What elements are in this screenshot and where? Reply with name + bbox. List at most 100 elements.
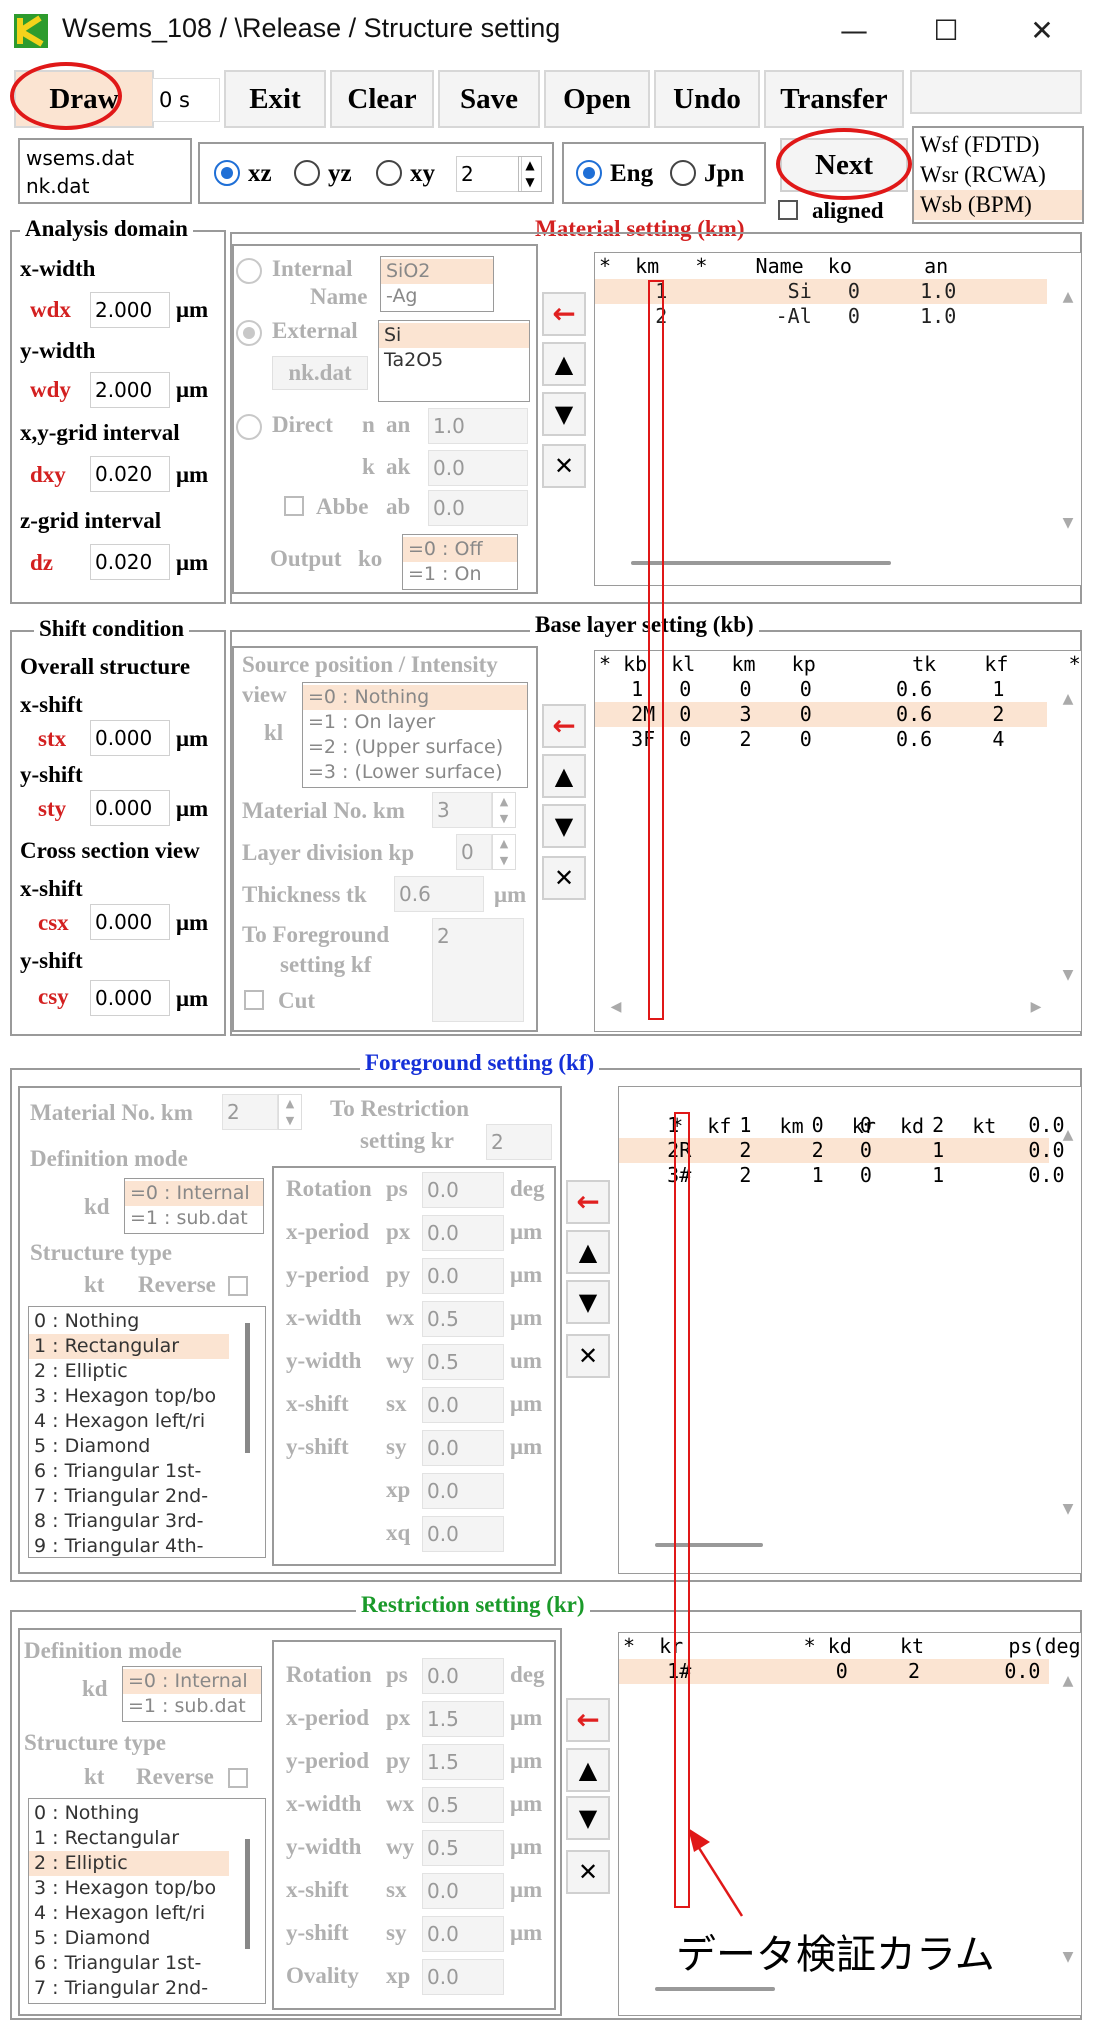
blank-button[interactable] xyxy=(910,70,1082,114)
kf-list[interactable]: 2 xyxy=(432,918,524,1022)
radio-direct[interactable] xyxy=(236,414,262,440)
kp-input[interactable]: 0 xyxy=(456,834,492,870)
scroll-up-icon[interactable]: ▲ xyxy=(1057,691,1079,707)
minimize-icon[interactable]: — xyxy=(824,8,884,54)
list-item[interactable]: =1 : On xyxy=(403,562,517,587)
transfer-button[interactable]: Transfer xyxy=(764,70,904,128)
horizontal-scrollbar[interactable] xyxy=(631,561,891,565)
kr-param-input[interactable]: 0.0 xyxy=(422,1916,504,1952)
kr-param-input[interactable]: 0.0 xyxy=(422,1658,504,1694)
fg-param-input[interactable]: 0.0 xyxy=(422,1473,504,1509)
solver-list[interactable]: Wsf (FDTD) Wsr (RCWA) Wsb (BPM) xyxy=(912,126,1084,224)
horizontal-scrollbar[interactable] xyxy=(655,1987,775,1991)
clear-button[interactable]: Clear xyxy=(330,70,434,128)
exit-button[interactable]: Exit xyxy=(224,70,326,128)
move-up-icon[interactable]: ▲ xyxy=(542,754,586,798)
list-item[interactable]: =0 : Internal xyxy=(125,1181,263,1206)
fg-reverse-checkbox[interactable] xyxy=(228,1276,248,1296)
kr-param-input[interactable]: 0.5 xyxy=(422,1787,504,1823)
fg-param-input[interactable]: 0.0 xyxy=(422,1516,504,1552)
fg-param-input[interactable]: 0.5 xyxy=(422,1344,504,1380)
scroll-up-icon[interactable]: ▲ xyxy=(1057,1127,1079,1143)
material-grid[interactable]: * km * Name ko an 1 Si 0 1.0 2 -Al 0 1.0… xyxy=(594,252,1082,586)
radio-jpn[interactable] xyxy=(670,160,696,186)
list-item[interactable]: 1 : Rectangular xyxy=(29,1334,229,1359)
list-item[interactable]: 7 : Triangular 2nd- xyxy=(29,1484,265,1509)
fg-param-input[interactable]: 0.0 xyxy=(422,1172,504,1208)
csy-input[interactable]: 0.000 xyxy=(90,980,170,1016)
list-item[interactable]: =1 : sub.dat xyxy=(123,1694,261,1719)
move-up-icon[interactable]: ▲ xyxy=(542,342,586,386)
base-km-input[interactable]: 3 xyxy=(432,792,492,828)
list-item[interactable]: 4 : Hexagon left/ri xyxy=(29,1409,265,1434)
delete-icon[interactable]: ✕ xyxy=(566,1850,610,1894)
fg-kr-input[interactable]: 2 xyxy=(486,1124,552,1160)
ab-input[interactable]: 0.0 xyxy=(428,490,528,526)
move-down-icon[interactable]: ▼ xyxy=(566,1796,610,1840)
radio-external[interactable] xyxy=(236,320,262,346)
list-item[interactable]: 0 : Nothing xyxy=(29,1309,265,1334)
external-material-list[interactable]: Si Ta2O5 xyxy=(378,320,530,402)
kl-list[interactable]: =0 : Nothing =1 : On layer =2 : (Upper s… xyxy=(302,682,528,788)
save-button[interactable]: Save xyxy=(438,70,540,128)
insert-arrow-icon[interactable]: ← xyxy=(542,704,586,748)
close-icon[interactable]: ✕ xyxy=(1012,8,1072,54)
insert-arrow-icon[interactable]: ← xyxy=(566,1698,610,1742)
list-item[interactable]: 1 : Rectangular xyxy=(29,1826,265,1851)
kr-param-input[interactable]: 0.5 xyxy=(422,1830,504,1866)
move-up-icon[interactable]: ▲ xyxy=(566,1230,610,1274)
move-down-icon[interactable]: ▼ xyxy=(566,1280,610,1324)
kr-param-input[interactable]: 0.0 xyxy=(422,1873,504,1909)
kr-param-input[interactable]: 1.5 xyxy=(422,1744,504,1780)
open-button[interactable]: Open xyxy=(544,70,650,128)
list-item[interactable]: 6 : Triangular 1st- xyxy=(29,1459,265,1484)
dz-input[interactable]: 0.020 xyxy=(90,544,170,580)
scroll-down-icon[interactable]: ▼ xyxy=(1057,1949,1079,1965)
kr-param-input[interactable]: 1.5 xyxy=(422,1701,504,1737)
list-item[interactable]: Si xyxy=(379,323,529,348)
scroll-left-icon[interactable]: ◀ xyxy=(605,999,627,1015)
fg-param-input[interactable]: 0.0 xyxy=(422,1430,504,1466)
xy-spinner[interactable]: ▲ ▼ xyxy=(518,156,542,192)
move-down-icon[interactable]: ▼ xyxy=(542,804,586,848)
list-item[interactable]: 8 : Triangular 3rd- xyxy=(29,1509,265,1534)
wdx-input[interactable]: 2.000 xyxy=(90,292,170,328)
list-item[interactable]: Ta2O5 xyxy=(379,348,529,373)
list-item[interactable]: -Ag xyxy=(381,284,493,309)
insert-arrow-icon[interactable]: ← xyxy=(566,1180,610,1224)
kr-kt-list[interactable]: 0 : Nothing 1 : Rectangular 2 : Elliptic… xyxy=(28,1798,266,2004)
fg-km-spinner[interactable]: ▲ ▼ xyxy=(278,1094,302,1130)
tk-input[interactable]: 0.6 xyxy=(394,876,484,912)
scroll-right-icon[interactable]: ▶ xyxy=(1025,999,1047,1015)
list-item[interactable]: =1 : On layer xyxy=(303,710,527,735)
horizontal-scrollbar[interactable] xyxy=(655,1543,763,1547)
list-item[interactable]: 2 : Elliptic xyxy=(29,1359,265,1384)
solver-bpm[interactable]: Wsb (BPM) xyxy=(914,190,1082,220)
insert-arrow-icon[interactable]: ← xyxy=(542,292,586,336)
list-item[interactable]: =0 : Off xyxy=(403,537,517,562)
solver-fdtd[interactable]: Wsf (FDTD) xyxy=(914,130,1082,160)
kr-param-input[interactable]: 0.0 xyxy=(422,1959,504,1995)
dxy-input[interactable]: 0.020 xyxy=(90,456,170,492)
file-wsems[interactable]: wsems.dat xyxy=(26,144,184,172)
radio-xz[interactable] xyxy=(214,160,240,186)
list-item[interactable]: =1 : sub.dat xyxy=(125,1206,263,1231)
aligned-checkbox[interactable] xyxy=(778,200,798,220)
list-item[interactable]: =0 : Internal xyxy=(123,1669,261,1694)
list-item[interactable]: 0 : Nothing xyxy=(29,1801,265,1826)
move-down-icon[interactable]: ▼ xyxy=(542,392,586,436)
ak-input[interactable]: 0.0 xyxy=(428,450,528,486)
internal-material-list[interactable]: SiO2 -Ag xyxy=(380,256,494,312)
stx-input[interactable]: 0.000 xyxy=(90,720,170,756)
scroll-up-icon[interactable]: ▲ xyxy=(1057,1673,1079,1689)
an-input[interactable]: 1.0 xyxy=(428,408,528,444)
base-km-spinner[interactable]: ▲ ▼ xyxy=(492,792,516,828)
list-item[interactable]: 7 : Triangular 2nd- xyxy=(29,1976,265,2001)
scroll-down-icon[interactable]: ▼ xyxy=(1057,1501,1079,1517)
list-item[interactable]: =3 : (Lower surface) xyxy=(303,760,527,785)
undo-button[interactable]: Undo xyxy=(654,70,760,128)
fg-param-input[interactable]: 0.0 xyxy=(422,1215,504,1251)
fg-param-input[interactable]: 0.5 xyxy=(422,1301,504,1337)
xy-position-input[interactable]: 2 xyxy=(456,156,522,192)
radio-eng[interactable] xyxy=(576,160,602,186)
